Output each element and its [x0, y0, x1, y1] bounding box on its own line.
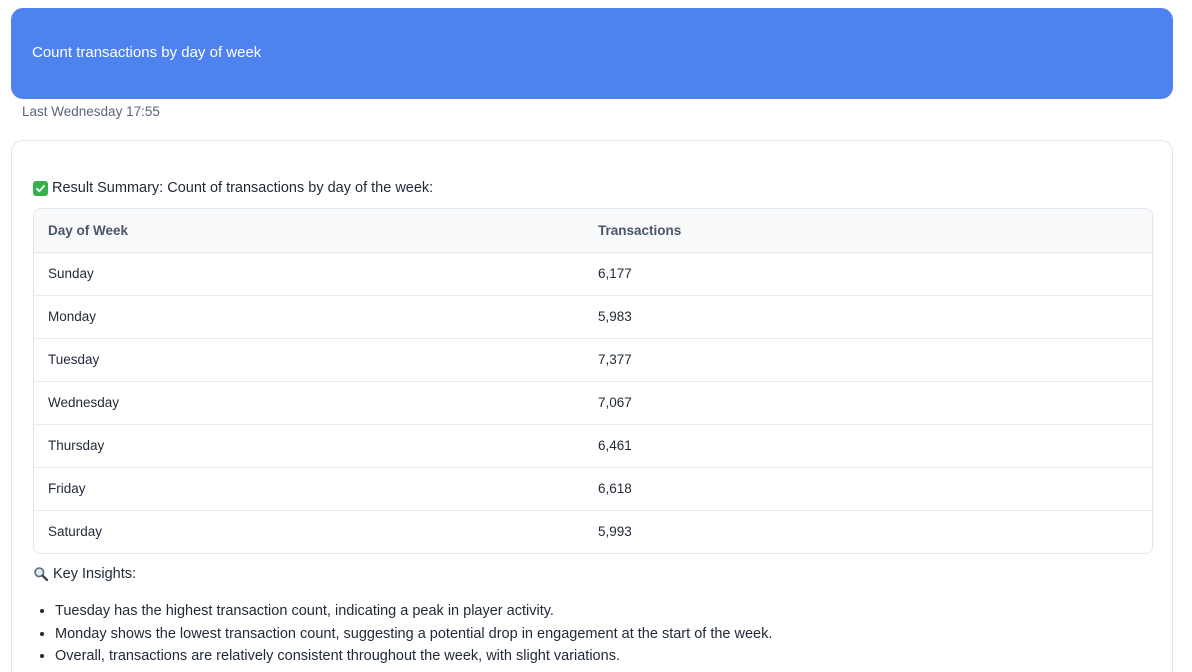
- transactions-cell: 6,177: [584, 252, 1152, 296]
- key-insights-label: Key Insights:: [53, 566, 137, 582]
- insights-list: Tuesday has the highest transaction coun…: [33, 600, 772, 668]
- table-row: Friday 6,618: [34, 467, 1152, 511]
- transactions-cell: 6,461: [584, 424, 1152, 468]
- key-insights-heading: Key Insights:: [33, 564, 136, 584]
- transactions-cell: 7,067: [584, 381, 1152, 425]
- list-item: Overall, transactions are relatively con…: [55, 645, 772, 668]
- transactions-cell: 7,377: [584, 338, 1152, 382]
- table-row: Sunday 6,177: [34, 252, 1152, 296]
- day-cell: Tuesday: [34, 338, 584, 382]
- check-mark-icon: [33, 180, 48, 196]
- day-cell: Sunday: [34, 252, 584, 296]
- day-cell: Thursday: [34, 424, 584, 468]
- column-header-transactions: Transactions: [584, 209, 1152, 253]
- list-item: Tuesday has the highest transaction coun…: [55, 600, 772, 623]
- results-table-container: Day of Week Transactions Sunday 6,177 Mo…: [33, 208, 1153, 554]
- results-table: Day of Week Transactions Sunday 6,177 Mo…: [34, 209, 1152, 553]
- user-message-bubble: Count transactions by day of week: [11, 8, 1173, 99]
- list-item: Monday shows the lowest transaction coun…: [55, 623, 772, 646]
- table-row: Tuesday 7,377: [34, 338, 1152, 382]
- result-summary-text: Result Summary: Count of transactions by…: [52, 180, 434, 196]
- table-row: Saturday 5,993: [34, 510, 1152, 553]
- table-row: Thursday 6,461: [34, 424, 1152, 468]
- day-cell: Friday: [34, 467, 584, 511]
- user-message-text: Count transactions by day of week: [32, 43, 262, 61]
- transactions-cell: 5,983: [584, 295, 1152, 339]
- message-timestamp: Last Wednesday 17:55: [22, 104, 160, 119]
- magnifier-icon: [33, 566, 49, 582]
- result-summary: Result Summary: Count of transactions by…: [33, 178, 433, 198]
- table-row: Monday 5,983: [34, 295, 1152, 339]
- table-row: Wednesday 7,067: [34, 381, 1152, 425]
- chat-page: Count transactions by day of week Last W…: [0, 0, 1192, 672]
- day-cell: Monday: [34, 295, 584, 339]
- table-header-row: Day of Week Transactions: [34, 209, 1152, 253]
- day-cell: Saturday: [48, 524, 103, 540]
- column-header-day: Day of Week: [34, 209, 584, 253]
- transactions-cell: 5,993: [598, 524, 632, 540]
- day-cell: Wednesday: [34, 381, 584, 425]
- assistant-response-card: Result Summary: Count of transactions by…: [11, 140, 1173, 672]
- transactions-cell: 6,618: [584, 467, 1152, 511]
